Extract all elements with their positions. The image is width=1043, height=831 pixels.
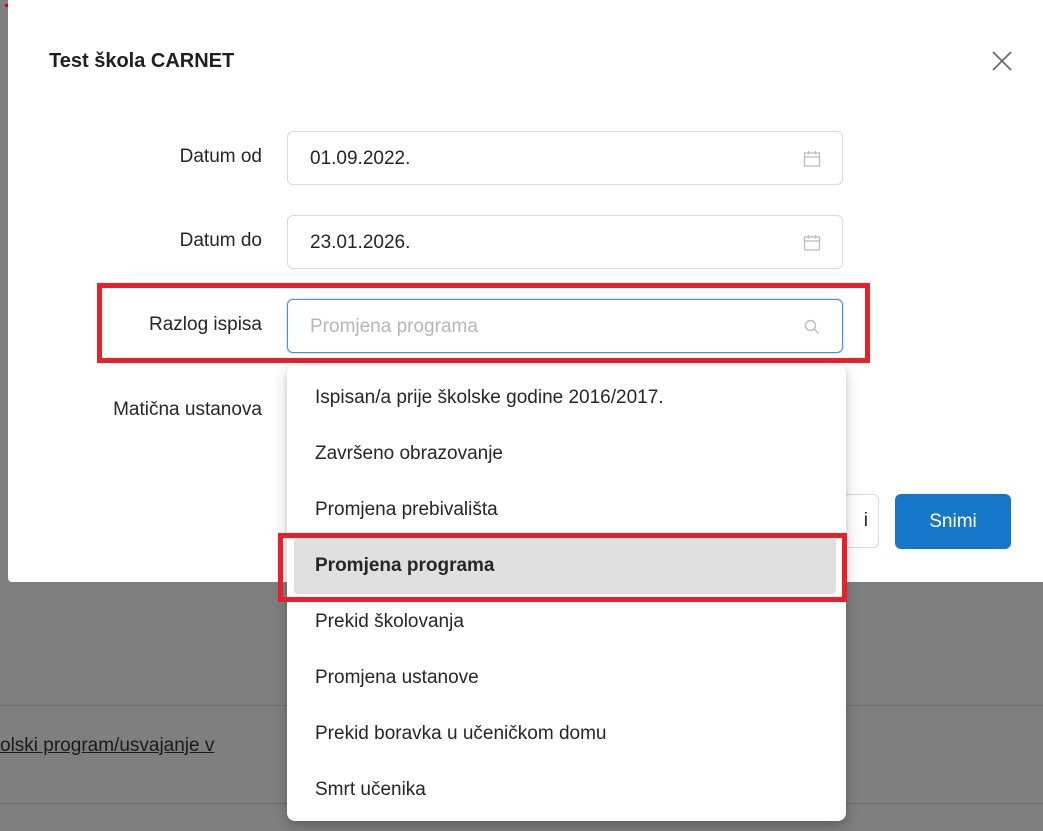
- background-link[interactable]: olski program/usvajanje v: [0, 735, 214, 757]
- save-button[interactable]: Snimi: [895, 494, 1011, 549]
- dropdown-option[interactable]: Završeno obrazovanje: [287, 426, 846, 482]
- calendar-icon[interactable]: [802, 149, 822, 169]
- modal-title: Test škola CARNET: [49, 50, 235, 72]
- date-to-label: Datum do: [179, 230, 262, 251]
- close-icon: [992, 51, 1012, 71]
- date-to-field[interactable]: 23.01.2026.: [287, 215, 843, 269]
- home-institution-label: Matična ustanova: [113, 399, 262, 420]
- dropdown-option[interactable]: Ispisan/a prije školske godine 2016/2017…: [287, 370, 846, 426]
- highlight-selected-option: [278, 533, 847, 602]
- highlight-reason-row: [97, 283, 870, 363]
- close-button[interactable]: [989, 48, 1015, 74]
- dropdown-option[interactable]: Smrt učenika: [287, 762, 846, 818]
- date-from-field[interactable]: 01.09.2022.: [287, 131, 843, 185]
- dropdown-option[interactable]: Prekid boravka u učeničkom domu: [287, 706, 846, 762]
- date-to-value: 23.01.2026.: [310, 232, 411, 253]
- date-from-value: 01.09.2022.: [310, 148, 411, 169]
- dropdown-option[interactable]: Promjena prebivališta: [287, 482, 846, 538]
- dropdown-option[interactable]: Promjena ustanove: [287, 650, 846, 706]
- cancel-button[interactable]: i: [842, 494, 879, 548]
- dropdown-option[interactable]: Prekid školovanja: [287, 594, 846, 650]
- date-from-label: Datum od: [179, 146, 262, 167]
- calendar-icon[interactable]: [802, 233, 822, 253]
